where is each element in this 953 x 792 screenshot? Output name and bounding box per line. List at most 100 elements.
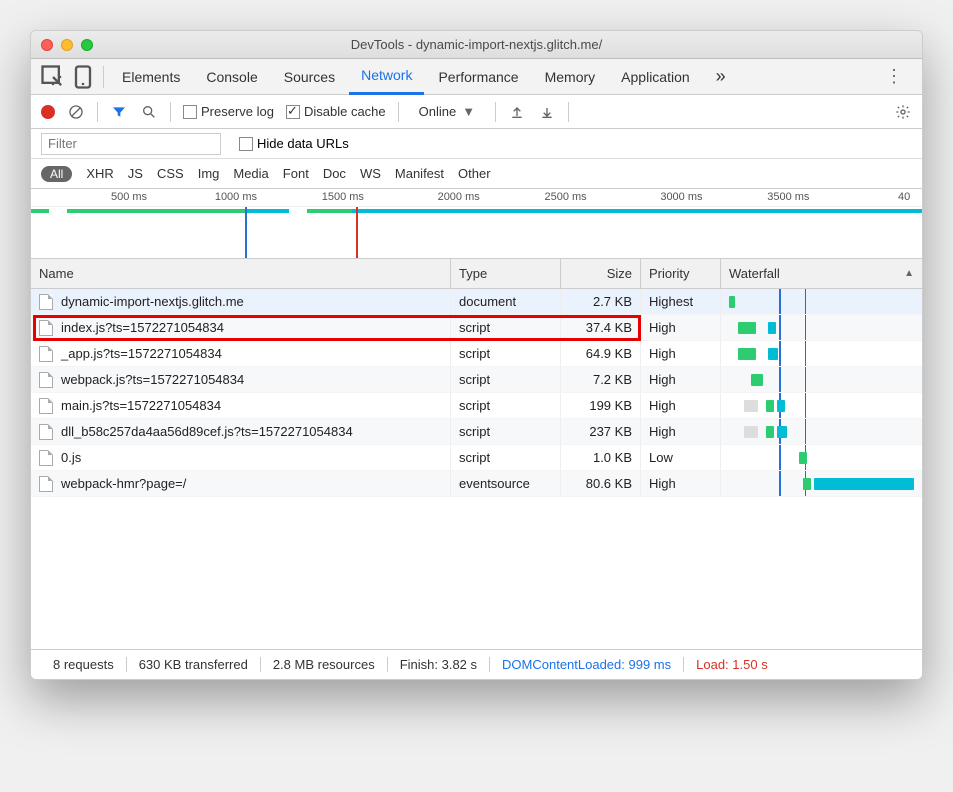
file-icon <box>39 346 53 362</box>
kebab-menu-icon[interactable]: ⋮ <box>875 66 914 87</box>
tab-console[interactable]: Console <box>194 59 269 95</box>
request-name: dynamic-import-nextjs.glitch.me <box>61 294 244 309</box>
search-icon[interactable] <box>140 103 158 121</box>
request-type: script <box>451 341 561 366</box>
timeline-tick: 2500 ms <box>544 191 586 203</box>
throttling-select[interactable]: Online▼ <box>411 102 483 121</box>
type-js[interactable]: JS <box>128 166 143 181</box>
status-bar: 8 requests 630 KB transferred 2.8 MB res… <box>31 649 922 679</box>
tab-elements[interactable]: Elements <box>110 59 192 95</box>
col-name[interactable]: Name <box>31 259 451 288</box>
file-icon <box>39 450 53 466</box>
tab-sources[interactable]: Sources <box>272 59 347 95</box>
tab-application[interactable]: Application <box>609 59 702 95</box>
type-filter-bar: All XHR JS CSS Img Media Font Doc WS Man… <box>31 159 922 189</box>
titlebar: DevTools - dynamic-import-nextjs.glitch.… <box>31 31 922 59</box>
more-tabs-icon[interactable]: » <box>708 66 734 87</box>
upload-har-icon[interactable] <box>508 103 526 121</box>
request-type: eventsource <box>451 471 561 496</box>
type-css[interactable]: CSS <box>157 166 184 181</box>
table-row[interactable]: _app.js?ts=1572271054834 script 64.9 KB … <box>31 341 922 367</box>
preserve-log-label: Preserve log <box>201 104 274 119</box>
stat-finish: Finish: 3.82 s <box>388 657 490 672</box>
table-row[interactable]: webpack.js?ts=1572271054834 script 7.2 K… <box>31 367 922 393</box>
timeline-tick: 2000 ms <box>438 191 480 203</box>
settings-gear-icon[interactable] <box>894 103 912 121</box>
request-size: 64.9 KB <box>561 341 641 366</box>
file-icon <box>39 372 53 388</box>
clear-icon[interactable] <box>67 103 85 121</box>
request-priority: Low <box>641 445 721 470</box>
table-header: Name Type Size Priority Waterfall▲ <box>31 259 922 289</box>
request-table: dynamic-import-nextjs.glitch.me document… <box>31 289 922 649</box>
request-name: webpack.js?ts=1572271054834 <box>61 372 244 387</box>
network-toolbar: Preserve log Disable cache Online▼ <box>31 95 922 129</box>
sort-arrow-icon: ▲ <box>904 268 914 279</box>
inspect-element-icon[interactable] <box>39 63 67 91</box>
type-other[interactable]: Other <box>458 166 491 181</box>
request-priority: High <box>641 471 721 496</box>
request-priority: High <box>641 419 721 444</box>
tab-memory[interactable]: Memory <box>533 59 608 95</box>
table-row[interactable]: main.js?ts=1572271054834 script 199 KB H… <box>31 393 922 419</box>
table-row[interactable]: dll_b58c257da4aa56d89cef.js?ts=157227105… <box>31 419 922 445</box>
col-type[interactable]: Type <box>451 259 561 288</box>
table-row[interactable]: 0.js script 1.0 KB Low <box>31 445 922 471</box>
timeline-tick: 3500 ms <box>767 191 809 203</box>
timeline-tick: 1000 ms <box>215 191 257 203</box>
device-toolbar-icon[interactable] <box>69 63 97 91</box>
tab-network[interactable]: Network <box>349 59 424 95</box>
preserve-log-checkbox[interactable]: Preserve log <box>183 104 274 120</box>
filter-input[interactable] <box>41 133 221 155</box>
tab-performance[interactable]: Performance <box>426 59 530 95</box>
devtools-window: DevTools - dynamic-import-nextjs.glitch.… <box>30 30 923 680</box>
request-type: script <box>451 393 561 418</box>
request-size: 37.4 KB <box>561 315 641 340</box>
zoom-window-button[interactable] <box>81 39 93 51</box>
close-window-button[interactable] <box>41 39 53 51</box>
request-priority: High <box>641 341 721 366</box>
request-size: 2.7 KB <box>561 289 641 314</box>
download-har-icon[interactable] <box>538 103 556 121</box>
col-waterfall[interactable]: Waterfall▲ <box>721 259 922 288</box>
table-row[interactable]: dynamic-import-nextjs.glitch.me document… <box>31 289 922 315</box>
table-row[interactable]: index.js?ts=1572271054834 script 37.4 KB… <box>31 315 922 341</box>
disable-cache-checkbox[interactable]: Disable cache <box>286 104 386 120</box>
col-priority[interactable]: Priority <box>641 259 721 288</box>
timeline-overview[interactable]: 500 ms 1000 ms 1500 ms 2000 ms 2500 ms 3… <box>31 189 922 259</box>
table-row[interactable]: webpack-hmr?page=/ eventsource 80.6 KB H… <box>31 471 922 497</box>
throttling-value: Online <box>419 104 457 119</box>
request-name: dll_b58c257da4aa56d89cef.js?ts=157227105… <box>61 424 353 439</box>
minimize-window-button[interactable] <box>61 39 73 51</box>
stat-domcontentloaded: DOMContentLoaded: 999 ms <box>490 657 684 672</box>
request-type: script <box>451 367 561 392</box>
type-all[interactable]: All <box>41 166 72 182</box>
filter-icon[interactable] <box>110 103 128 121</box>
request-priority: High <box>641 315 721 340</box>
request-type: script <box>451 445 561 470</box>
request-name: webpack-hmr?page=/ <box>61 476 186 491</box>
type-ws[interactable]: WS <box>360 166 381 181</box>
request-priority: Highest <box>641 289 721 314</box>
hide-data-urls-label: Hide data URLs <box>257 136 349 151</box>
type-doc[interactable]: Doc <box>323 166 346 181</box>
request-priority: High <box>641 367 721 392</box>
request-priority: High <box>641 393 721 418</box>
timeline-tick: 40 <box>898 191 910 203</box>
stat-transferred: 630 KB transferred <box>127 657 261 672</box>
type-xhr[interactable]: XHR <box>86 166 113 181</box>
type-manifest[interactable]: Manifest <box>395 166 444 181</box>
request-type: document <box>451 289 561 314</box>
file-icon <box>39 294 53 310</box>
timeline-tick: 3000 ms <box>660 191 702 203</box>
request-name: main.js?ts=1572271054834 <box>61 398 221 413</box>
hide-data-urls-checkbox[interactable]: Hide data URLs <box>239 136 349 152</box>
type-font[interactable]: Font <box>283 166 309 181</box>
record-button[interactable] <box>41 105 55 119</box>
request-name: 0.js <box>61 450 81 465</box>
col-size[interactable]: Size <box>561 259 641 288</box>
type-media[interactable]: Media <box>233 166 268 181</box>
file-icon <box>39 320 53 336</box>
type-img[interactable]: Img <box>198 166 220 181</box>
timeline-tick: 1500 ms <box>322 191 364 203</box>
